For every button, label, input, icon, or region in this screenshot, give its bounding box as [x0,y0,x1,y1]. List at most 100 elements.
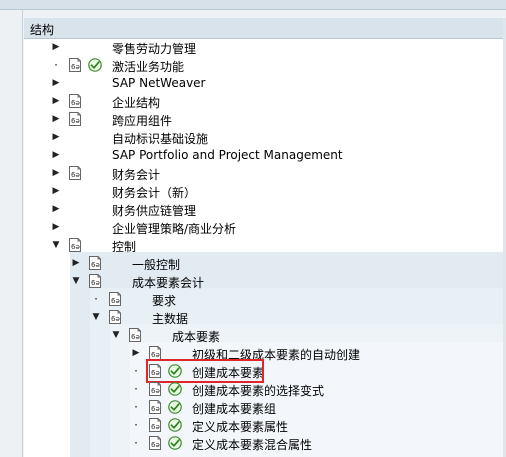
collapse-arrow-icon[interactable]: ▼ [71,272,81,290]
top-strip [0,0,506,10]
tree-node-label: 财务供应链管理 [112,204,197,218]
expand-arrow-icon[interactable]: ▶ [131,344,141,362]
leaf-bullet: · [134,400,138,414]
tree-node[interactable]: · 6ə 创建成本要素的选择变式 [24,380,506,398]
tree-node[interactable]: ▶ 6ə 一般控制 [24,254,506,272]
svg-text:6ə: 6ə [71,243,80,251]
svg-text:6ə: 6ə [71,63,80,71]
leaf-bullet: · [134,382,138,396]
tree-node[interactable]: ▶ 财务供应链管理 [24,200,506,218]
tree-node-label: 定义成本要素属性 [192,420,289,434]
tree-node[interactable]: · 6ə 定义成本要素属性 [24,416,506,434]
collapse-arrow-icon[interactable]: ▼ [91,308,101,326]
activity-doc-icon[interactable]: 6ə [148,400,162,414]
activity-doc-icon[interactable]: 6ə [88,256,102,270]
leaf-bullet: · [134,418,138,432]
execute-checkmark-icon[interactable] [168,400,182,414]
expand-arrow-icon[interactable]: ▶ [51,110,61,128]
tree-node[interactable]: ▶ 6ə 初级和二级成本要素的自动创建 [24,344,506,362]
expand-arrow-icon[interactable]: ▶ [51,92,61,110]
tree-node[interactable]: ▶ 企业管理策略/商业分析 [24,218,506,236]
svg-text:6ə: 6ə [151,351,160,359]
tree-node-label: 财务会计 [112,168,161,182]
tree-node[interactable]: ▼ 6ə 成本要素会计 [24,272,506,290]
expand-arrow-icon[interactable]: ▶ [51,218,61,236]
tree-node[interactable]: · 6ə 定义成本要素混合属性 [24,434,506,452]
expand-arrow-icon[interactable]: ▶ [51,74,61,92]
expand-arrow-icon[interactable]: ▶ [51,38,61,56]
tree-node-label: SAP Portfolio and Project Management [112,148,343,162]
activity-doc-icon[interactable]: 6ə [108,292,122,306]
tree-node[interactable]: ▶ 自动标识基础设施 [24,128,506,146]
structure-panel: 结构 ▶ 零售劳动力管理 · 6ə 激活业务功能 ▶ SAP NetWeaver ▶ 6ə 企业结… [24,18,506,457]
collapse-arrow-icon[interactable]: ▼ [111,326,121,344]
tree-node[interactable]: ▼ 6ə 主数据 [24,308,506,326]
tree-node[interactable]: ▶ SAP NetWeaver [24,74,506,92]
svg-text:6ə: 6ə [91,279,100,287]
activity-doc-icon[interactable]: 6ə [148,418,162,432]
expand-arrow-icon[interactable]: ▶ [51,146,61,164]
svg-text:6ə: 6ə [71,99,80,107]
tree-node-label: SAP NetWeaver [112,76,206,90]
execute-checkmark-icon[interactable] [168,436,182,450]
activity-doc-icon[interactable]: 6ə [68,94,82,108]
tree-node[interactable]: · 6ə 创建成本要素 [24,359,506,383]
tree-node[interactable]: · 6ə 激活业务功能 [24,56,506,74]
tree-node-label: 零售劳动力管理 [112,42,197,56]
tree-node[interactable]: · 6ə 创建成本要素组 [24,398,506,416]
activity-doc-icon[interactable]: 6ə [68,166,82,180]
tree-node-label: 成本要素会计 [132,276,205,290]
leaf-bullet: · [134,364,138,378]
collapse-arrow-icon[interactable]: ▼ [51,236,61,254]
tree-node[interactable]: ▶ 6ə 企业结构 [24,92,506,110]
activity-doc-icon[interactable]: 6ə [108,310,122,324]
tree-node[interactable]: ▶ 财务会计（新） [24,182,506,200]
tree-node-label: 定义成本要素混合属性 [192,438,313,452]
activity-doc-icon[interactable]: 6ə [88,274,102,288]
tree-node-label: 创建成本要素的选择变式 [192,384,325,398]
execute-checkmark-icon[interactable] [88,58,102,72]
tree-node-label: 要求 [152,294,177,308]
activity-doc-icon[interactable]: 6ə [68,238,82,252]
tree-node-label: 自动标识基础设施 [112,132,209,146]
expand-arrow-icon[interactable]: ▶ [71,254,81,272]
svg-text:6ə: 6ə [151,405,160,413]
expand-arrow-icon[interactable]: ▶ [51,200,61,218]
tree-node-label: 跨应用组件 [112,114,173,128]
execute-checkmark-icon[interactable] [168,382,182,396]
expand-arrow-icon[interactable]: ▶ [51,164,61,182]
tree-node-label: 成本要素 [172,330,221,344]
leaf-bullet: · [94,292,98,306]
tree-node-label: 主数据 [152,312,189,326]
tree-node-label: 控制 [112,240,137,254]
expand-arrow-icon[interactable]: ▶ [51,182,61,200]
structure-header: 结构 [24,18,506,39]
activity-doc-icon[interactable]: 6ə [128,328,142,342]
activity-doc-icon[interactable]: 6ə [148,346,162,360]
activity-doc-icon[interactable]: 6ə [148,382,162,396]
svg-text:6ə: 6ə [151,441,160,449]
activity-doc-icon[interactable]: 6ə [68,112,82,126]
tree-node-label: 企业管理策略/商业分析 [112,222,237,236]
tree-node[interactable]: ▼ 6ə 成本要素 [24,326,506,344]
leaf-bullet: · [134,436,138,450]
tree-node[interactable]: ▶ 6ə 跨应用组件 [24,110,506,128]
left-gutter [0,10,23,457]
activity-doc-icon[interactable]: 6ə [68,58,82,72]
svg-text:6ə: 6ə [91,261,100,269]
svg-text:6ə: 6ə [131,333,140,341]
tree-node[interactable]: ▶ SAP Portfolio and Project Management [24,146,506,164]
tree-node[interactable]: ▶ 6ə 财务会计 [24,164,506,182]
tree-node[interactable]: ▼ 6ə 控制 [24,236,506,254]
expand-arrow-icon[interactable]: ▶ [51,128,61,146]
tree-node-label: 创建成本要素组 [192,402,277,416]
svg-text:6ə: 6ə [111,315,120,323]
svg-text:6ə: 6ə [151,423,160,431]
svg-text:6ə: 6ə [71,117,80,125]
activity-doc-icon[interactable]: 6ə [148,436,162,450]
leaf-bullet: · [54,58,58,72]
svg-text:6ə: 6ə [111,297,120,305]
tree-node[interactable]: ▶ 零售劳动力管理 [24,38,506,56]
execute-checkmark-icon[interactable] [168,418,182,432]
tree-node[interactable]: · 6ə 要求 [24,290,506,308]
